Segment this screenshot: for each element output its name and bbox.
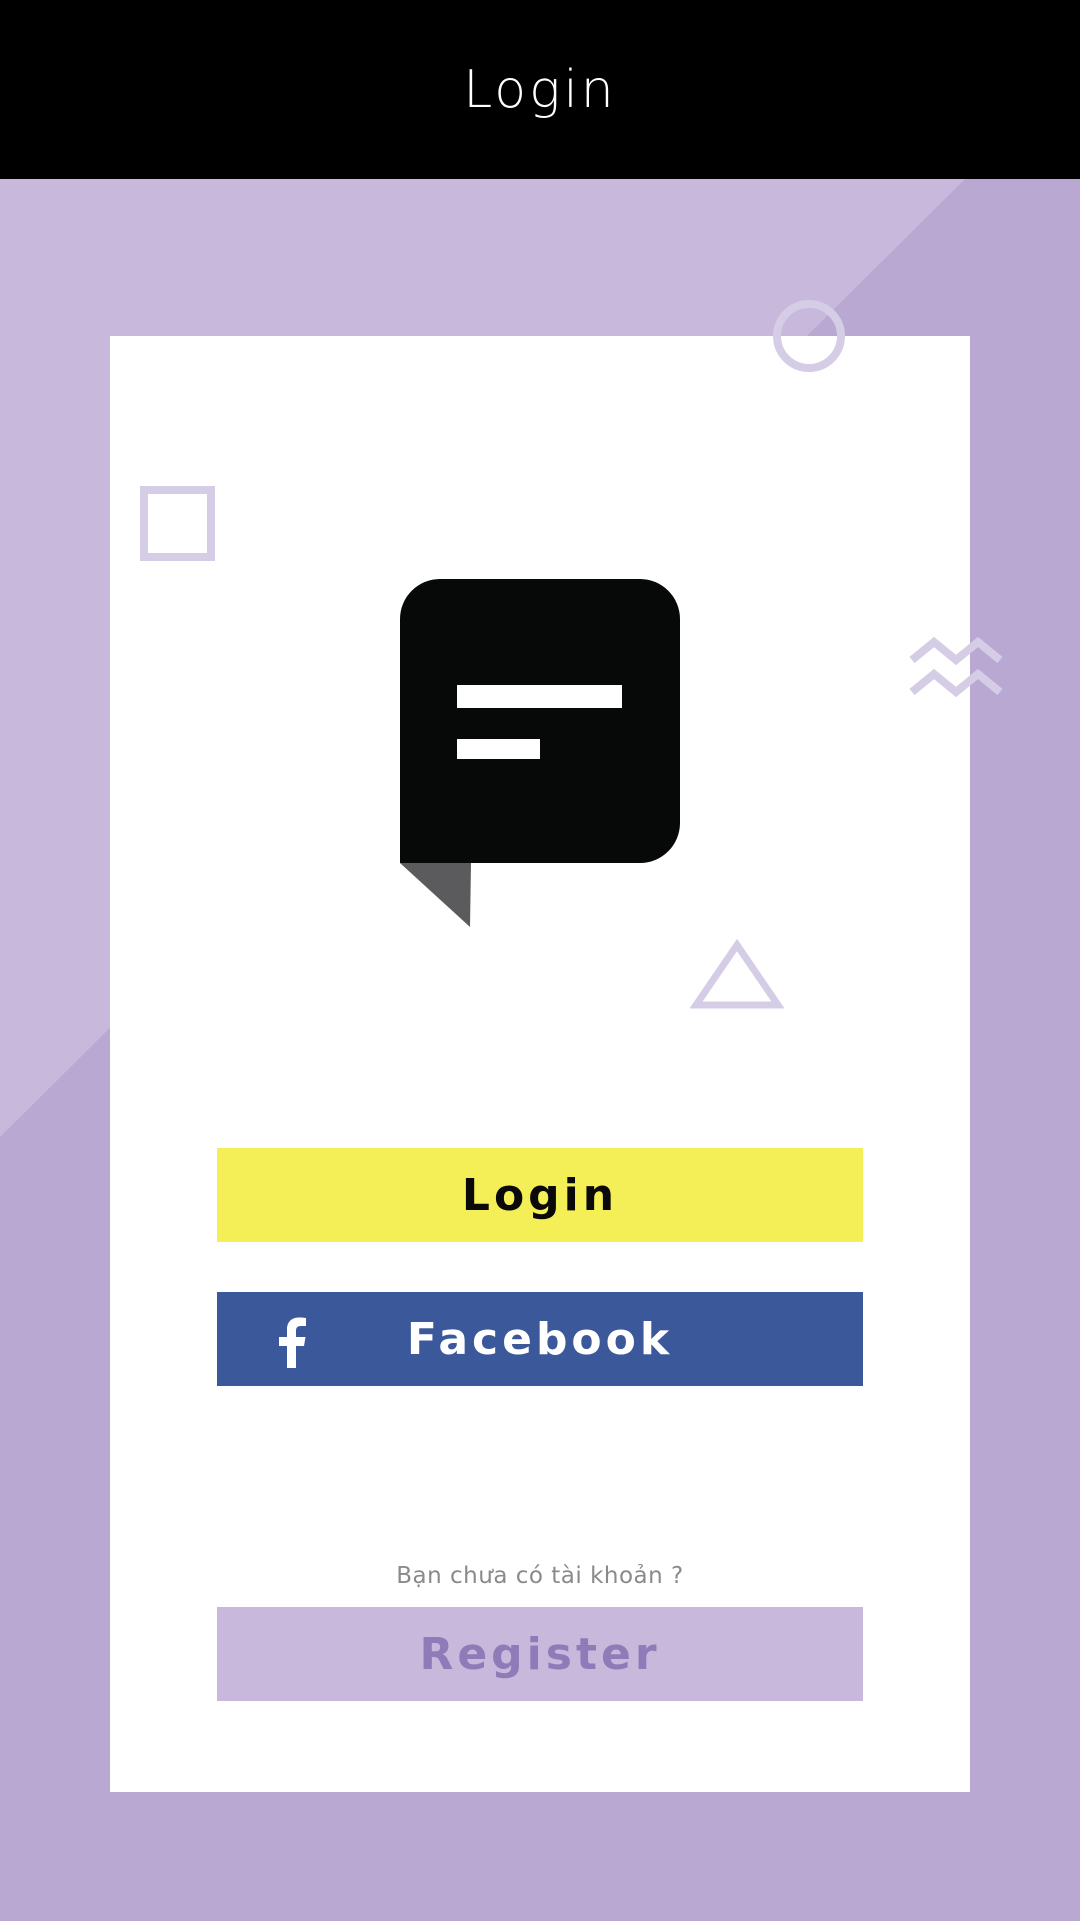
facebook-button-label: Facebook xyxy=(406,1313,674,1365)
chat-bubble-icon xyxy=(400,579,680,927)
circle-outline-icon xyxy=(773,300,845,372)
login-button[interactable]: Login xyxy=(217,1148,863,1242)
square-outline-icon xyxy=(140,486,215,561)
register-prompt: Bạn chưa có tài khoản ? xyxy=(396,1563,684,1589)
register-button-label: Register xyxy=(419,1628,661,1680)
register-button[interactable]: Register xyxy=(217,1607,863,1701)
app-bar: Login xyxy=(0,0,1080,179)
login-button-label: Login xyxy=(461,1169,619,1221)
triangle-outline-icon xyxy=(690,939,784,1009)
zigzag-icon xyxy=(909,636,1003,698)
facebook-login-button[interactable]: Facebook xyxy=(217,1292,863,1386)
facebook-icon xyxy=(279,1317,306,1368)
app-bar-title: Login xyxy=(463,59,617,120)
